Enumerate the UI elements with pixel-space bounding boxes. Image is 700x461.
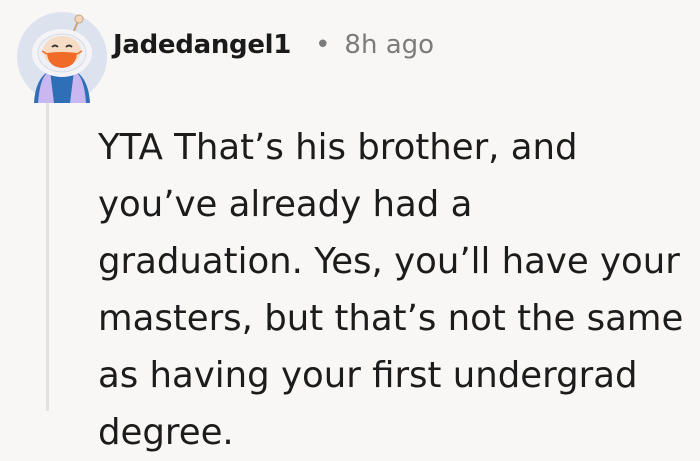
comment-thread-line[interactable]: [46, 100, 49, 411]
username-link[interactable]: Jadedangel1: [113, 30, 291, 60]
timestamp[interactable]: 8h ago: [344, 30, 434, 60]
user-avatar-icon[interactable]: [16, 11, 108, 103]
comment-header: Jadedangel1 • 8h ago: [113, 30, 434, 60]
comment-body: YTA That’s his brother, and you’ve alrea…: [98, 127, 684, 453]
separator-dot: •: [315, 30, 331, 60]
